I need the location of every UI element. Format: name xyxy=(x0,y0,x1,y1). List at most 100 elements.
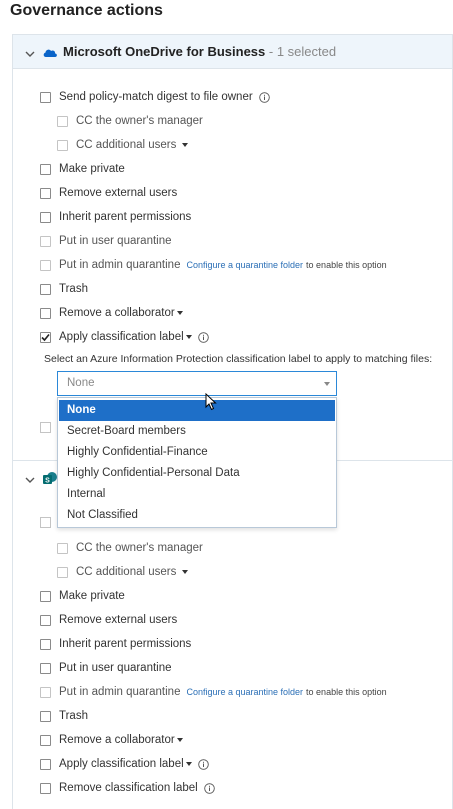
option-hint: to enable this option xyxy=(306,260,387,270)
action-label: Inherit parent permissions xyxy=(59,211,192,223)
panel-title-text: Microsoft OneDrive for Business xyxy=(63,44,266,59)
chevron-down-icon[interactable] xyxy=(25,472,35,490)
onedrive-cloud-icon xyxy=(42,45,58,63)
action-row[interactable]: Remove a collaborator xyxy=(40,304,183,322)
checkbox[interactable] xyxy=(57,542,68,554)
action-label: Remove external users xyxy=(59,187,178,199)
action-row[interactable]: CC additional users xyxy=(57,563,189,581)
caret-down-icon[interactable] xyxy=(176,311,183,315)
action-label: Remove a collaborator xyxy=(59,734,175,746)
checkbox[interactable] xyxy=(57,566,68,578)
onedrive-panel-header[interactable]: Microsoft OneDrive for Business - 1 sele… xyxy=(13,35,452,69)
checkbox[interactable] xyxy=(40,782,51,794)
action-row[interactable]: Remove classification label xyxy=(40,779,215,797)
action-row[interactable]: Remove external users xyxy=(40,184,177,202)
info-icon[interactable] xyxy=(197,331,209,343)
selected-count: - 1 selected xyxy=(265,44,337,59)
action-row[interactable]: Apply classification label xyxy=(40,755,209,773)
action-row[interactable]: Remove a collaborator xyxy=(40,731,183,749)
mouse-pointer-icon xyxy=(205,392,217,416)
configure-quarantine-link[interactable]: Configure a quarantine folder xyxy=(186,260,303,270)
classification-dropdown-list: None Secret-Board members Highly Confide… xyxy=(57,397,337,528)
action-row[interactable]: Apply classification label xyxy=(40,328,209,346)
classification-label-select[interactable]: None xyxy=(57,371,337,396)
dropdown-option[interactable]: None xyxy=(59,400,335,421)
checkbox[interactable] xyxy=(40,307,51,319)
checkbox[interactable] xyxy=(40,211,51,223)
action-label: Trash xyxy=(59,283,88,295)
action-label: Make private xyxy=(59,590,125,602)
action-label: Send policy-match digest to file owner xyxy=(59,91,253,103)
action-label: CC the owner's manager xyxy=(76,542,203,554)
checkbox-checked[interactable] xyxy=(40,331,51,343)
checkbox[interactable] xyxy=(57,115,68,127)
action-label: CC additional users xyxy=(76,139,177,151)
checkbox[interactable] xyxy=(40,758,51,770)
action-row[interactable]: Inherit parent permissions xyxy=(40,208,191,226)
action-row[interactable]: Inherit parent permissions xyxy=(40,635,191,653)
chevron-down-icon[interactable] xyxy=(324,382,330,386)
action-row[interactable]: CC additional users xyxy=(57,136,189,154)
onedrive-panel-title: Microsoft OneDrive for Business - 1 sele… xyxy=(63,44,336,59)
checkbox[interactable] xyxy=(57,139,68,151)
action-label: Apply classification label xyxy=(59,758,184,770)
checkbox[interactable] xyxy=(40,259,51,271)
action-label: Trash xyxy=(59,710,88,722)
classification-prompt: Select an Azure Information Protection c… xyxy=(44,353,433,365)
action-row[interactable]: Put in user quarantine xyxy=(40,232,172,250)
caret-down-icon[interactable] xyxy=(176,738,183,742)
action-row[interactable]: CC the owner's manager xyxy=(57,112,203,130)
checkbox[interactable] xyxy=(40,686,51,698)
page-title: Governance actions xyxy=(10,2,163,19)
checkbox[interactable] xyxy=(40,187,51,199)
action-row[interactable]: Remove external users xyxy=(40,611,177,629)
sharepoint-icon: S xyxy=(42,471,58,492)
action-label: Remove a collaborator xyxy=(59,307,175,319)
action-row[interactable]: Send policy-match digest to file owner xyxy=(40,88,270,106)
checkbox[interactable] xyxy=(40,235,51,247)
action-label: Remove classification label xyxy=(59,782,198,794)
action-row[interactable]: Put in user quarantine xyxy=(40,659,172,677)
checkbox[interactable] xyxy=(40,517,51,528)
checkbox[interactable] xyxy=(40,163,51,175)
action-row[interactable]: Put in admin quarantine Configure a quara… xyxy=(40,256,387,274)
checkbox[interactable] xyxy=(40,91,51,103)
info-icon[interactable] xyxy=(203,782,215,794)
action-label: CC additional users xyxy=(76,566,177,578)
action-row[interactable]: Trash xyxy=(40,280,88,298)
checkbox[interactable] xyxy=(40,422,51,433)
action-label: Inherit parent permissions xyxy=(59,638,192,650)
checkbox[interactable] xyxy=(40,590,51,602)
checkbox[interactable] xyxy=(40,614,51,626)
caret-down-icon[interactable] xyxy=(182,570,189,574)
checkbox[interactable] xyxy=(40,710,51,722)
configure-quarantine-link[interactable]: Configure a quarantine folder xyxy=(186,687,303,697)
caret-down-icon[interactable] xyxy=(182,143,189,147)
chevron-down-icon[interactable] xyxy=(25,46,35,64)
checkbox[interactable] xyxy=(40,283,51,295)
dropdown-option[interactable]: Internal xyxy=(59,484,335,505)
checkbox[interactable] xyxy=(40,662,51,674)
dropdown-option[interactable]: Not Classified xyxy=(59,505,335,526)
info-icon[interactable] xyxy=(197,758,209,770)
action-label: Put in user quarantine xyxy=(59,235,172,247)
action-row[interactable]: Make private xyxy=(40,160,125,178)
action-label: Make private xyxy=(59,163,125,175)
action-row[interactable]: CC the owner's manager xyxy=(57,539,203,557)
info-icon[interactable] xyxy=(258,91,270,103)
action-label: Put in user quarantine xyxy=(59,662,172,674)
action-row[interactable]: Put in admin quarantine Configure a quara… xyxy=(40,683,387,701)
dropdown-option[interactable]: Highly Confidential-Finance xyxy=(59,442,335,463)
action-label: Apply classification label xyxy=(59,331,184,343)
action-row[interactable]: Trash xyxy=(40,707,88,725)
action-label: CC the owner's manager xyxy=(76,115,203,127)
option-hint: to enable this option xyxy=(306,687,387,697)
checkbox[interactable] xyxy=(40,734,51,746)
caret-down-icon[interactable] xyxy=(185,762,192,766)
dropdown-option[interactable]: Highly Confidential-Personal Data xyxy=(59,463,335,484)
checkbox[interactable] xyxy=(40,638,51,650)
select-value: None xyxy=(67,377,95,389)
dropdown-option[interactable]: Secret-Board members xyxy=(59,421,335,442)
caret-down-icon[interactable] xyxy=(185,335,192,339)
action-row[interactable]: Make private xyxy=(40,587,125,605)
